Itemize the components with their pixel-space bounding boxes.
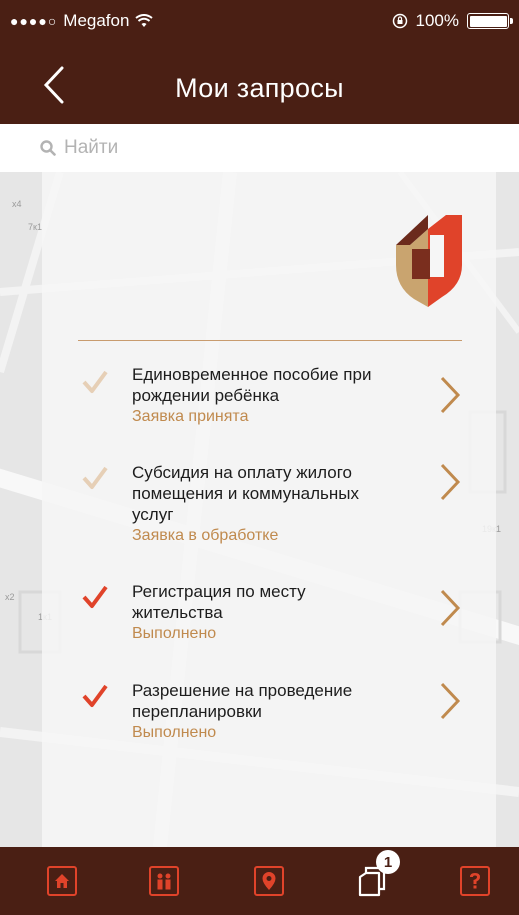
requests-card: Единовременное пособие при рождении ребё… <box>42 172 496 847</box>
divider <box>78 340 462 341</box>
chevron-right-icon <box>440 376 461 414</box>
people-icon <box>149 866 179 896</box>
tab-people[interactable] <box>147 864 181 898</box>
request-title: Единовременное пособие при рождении ребё… <box>132 364 392 427</box>
request-title-text: Регистрация по месту жительства <box>132 582 306 622</box>
battery-percent: 100% <box>415 11 459 30</box>
page-title: Мои запросы <box>175 72 344 103</box>
signal-dots: ●●●●○ <box>10 13 58 29</box>
search-placeholder: Найти <box>64 137 119 158</box>
map-label-house: 7к1 <box>28 222 42 232</box>
tab-help[interactable] <box>458 864 492 898</box>
status-right: 100% <box>392 11 513 31</box>
list-item[interactable]: Единовременное пособие при рождении ребё… <box>42 362 496 432</box>
chevron-right-icon <box>440 589 461 627</box>
location-icon <box>254 866 284 896</box>
carrier-label: Megafon <box>63 11 130 30</box>
chevron-right-icon <box>440 463 461 501</box>
tab-location[interactable] <box>252 864 286 898</box>
check-icon <box>82 370 108 393</box>
request-status: Выполнено <box>132 724 217 741</box>
request-status: Выполнено <box>132 625 217 642</box>
chevron-left-icon <box>43 66 64 104</box>
home-icon <box>47 866 77 896</box>
search-input[interactable]: Найти <box>0 124 519 172</box>
request-title: Разрешение на проведение перепланировки … <box>132 680 392 743</box>
request-status: Заявка принята <box>132 408 249 425</box>
check-icon <box>82 684 108 707</box>
request-title-text: Единовременное пособие при рождении ребё… <box>132 365 372 405</box>
wifi-icon <box>135 14 154 27</box>
notification-badge: 1 <box>376 850 400 874</box>
gosuslugi-logo <box>396 215 462 307</box>
request-status: Заявка в обработке <box>132 527 279 544</box>
list-item[interactable]: Разрешение на проведение перепланировки … <box>42 680 496 750</box>
nav-bar: Мои запросы <box>0 42 519 124</box>
map-label-house: x4 <box>12 199 22 209</box>
rotation-lock-icon <box>392 13 407 29</box>
battery-icon <box>467 13 513 29</box>
tab-bar <box>0 847 519 915</box>
back-button[interactable] <box>34 60 74 110</box>
chevron-right-icon <box>440 682 461 720</box>
list-item[interactable]: Регистрация по месту жительства Выполнен… <box>42 581 496 651</box>
tab-home[interactable] <box>45 864 79 898</box>
request-title: Регистрация по месту жительства Выполнен… <box>132 581 392 644</box>
check-icon <box>82 585 108 608</box>
request-title: Субсидия на оплату жилого помещения и ко… <box>132 462 392 546</box>
request-title-text: Разрешение на проведение перепланировки <box>132 681 353 721</box>
list-item[interactable]: Субсидия на оплату жилого помещения и ко… <box>42 460 496 550</box>
status-left: ●●●●○ Megafon <box>10 11 154 31</box>
search-icon <box>40 140 56 156</box>
check-icon <box>82 466 108 489</box>
map-label-house: x2 <box>5 592 15 602</box>
status-bar: ●●●●○ Megafon 100% <box>0 0 519 42</box>
help-icon <box>460 866 490 896</box>
request-title-text: Субсидия на оплату жилого помещения и ко… <box>132 463 359 524</box>
